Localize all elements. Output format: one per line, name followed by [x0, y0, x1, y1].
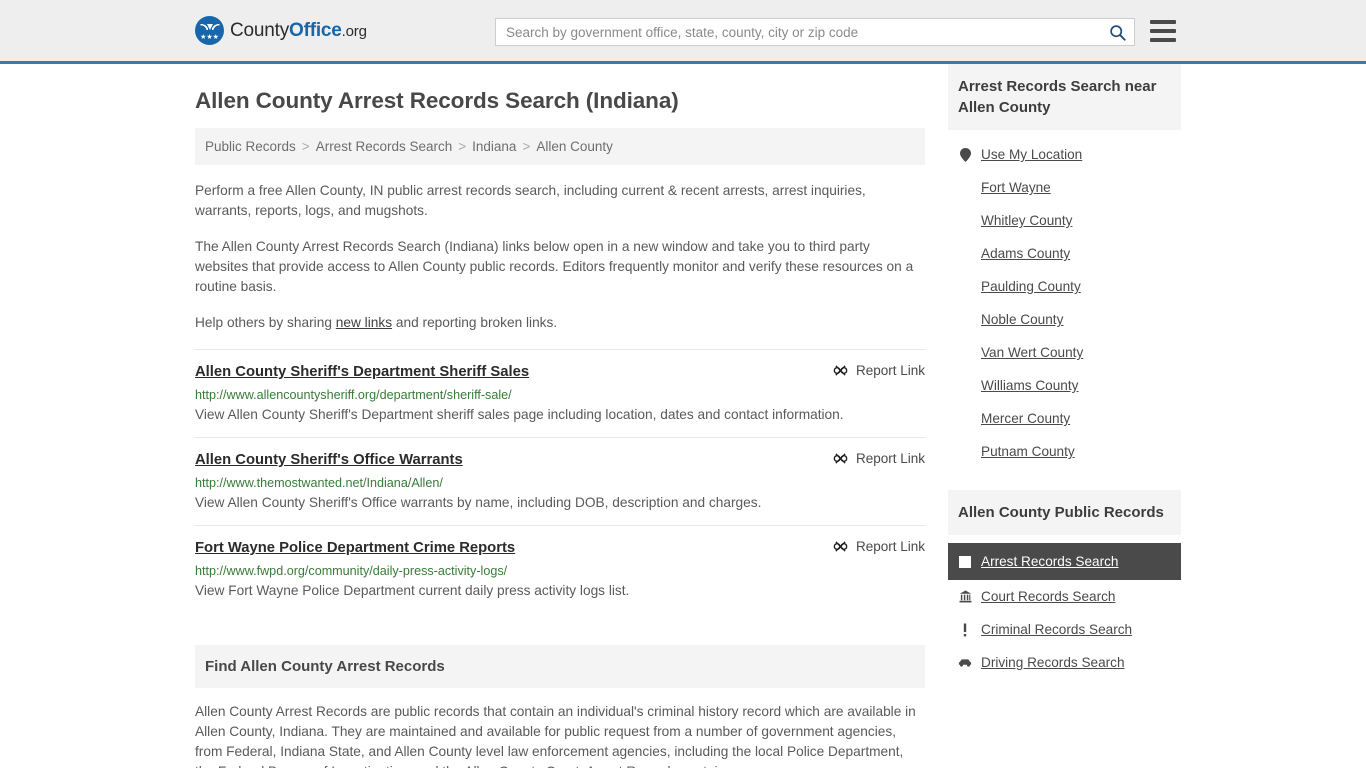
- sidebar-item-use-my-location[interactable]: Use My Location: [948, 138, 1181, 171]
- sidebar-item-label[interactable]: Mercer County: [981, 411, 1070, 426]
- listing-header: Allen County Sheriff's Department Sherif…: [195, 362, 925, 382]
- intro-paragraph-1: Perform a free Allen County, IN public a…: [195, 183, 866, 218]
- find-records-body: Allen County Arrest Records are public r…: [195, 704, 916, 768]
- sidebar-item-driving-records-search[interactable]: Driving Records Search: [948, 646, 1181, 679]
- breadcrumb-item-0[interactable]: Public Records: [205, 139, 296, 154]
- new-links-link[interactable]: new links: [336, 315, 392, 330]
- sidebar-item-label[interactable]: Driving Records Search: [981, 655, 1125, 670]
- report-link-label: Report Link: [855, 451, 925, 466]
- logo-text-org: .org: [341, 22, 367, 40]
- exclamation-icon: [958, 623, 972, 637]
- sidebar-item-label[interactable]: Whitley County: [981, 213, 1072, 228]
- find-records-section: Find Allen County Arrest Records Allen C…: [195, 645, 925, 768]
- site-header: ★★★ CountyOffice.org: [0, 0, 1366, 64]
- listing-url: http://www.allencountysheriff.org/depart…: [195, 388, 512, 402]
- sidebar-item-paulding-county[interactable]: Paulding County: [948, 270, 1181, 303]
- listing-url: http://www.themostwanted.net/Indiana/All…: [195, 476, 443, 490]
- listing-header: Fort Wayne Police Department Crime Repor…: [195, 538, 925, 558]
- help-text-before: Help others by sharing: [195, 315, 336, 330]
- public-records-panel: Allen County Public Records Arrest Recor…: [948, 490, 1181, 679]
- report-link-button[interactable]: Report Link: [833, 538, 925, 554]
- find-records-heading: Find Allen County Arrest Records: [195, 645, 925, 688]
- logo-text: CountyOffice.org: [230, 20, 367, 42]
- listing-item: Fort Wayne Police Department Crime Repor…: [195, 525, 925, 613]
- report-link-button[interactable]: Report Link: [833, 450, 925, 466]
- listing-description: View Allen County Sheriff's Office warra…: [195, 495, 762, 510]
- courthouse-icon: [958, 590, 972, 603]
- car-icon: [958, 658, 972, 668]
- eagle-shield-icon: ★★★: [195, 16, 224, 45]
- sidebar-item-label[interactable]: Use My Location: [981, 147, 1082, 162]
- broken-link-icon: [833, 453, 848, 464]
- sidebar-item-court-records-search[interactable]: Court Records Search: [948, 580, 1181, 613]
- main-content: Allen County Arrest Records Search (Indi…: [195, 64, 925, 768]
- listing-title-link[interactable]: Allen County Sheriff's Office Warrants: [195, 450, 463, 470]
- search-input[interactable]: [496, 19, 1100, 45]
- listing-url: http://www.fwpd.org/community/daily-pres…: [195, 564, 508, 578]
- sidebar-item-adams-county[interactable]: Adams County: [948, 237, 1181, 270]
- search-icon: [1109, 24, 1126, 41]
- logo-text-office: Office: [289, 19, 342, 41]
- search-bar[interactable]: [495, 18, 1135, 46]
- sidebar-item-arrest-records-search[interactable]: Arrest Records Search: [948, 543, 1181, 580]
- nearby-list: Use My Location Fort Wayne Whitley Count…: [948, 130, 1181, 468]
- public-records-heading: Allen County Public Records: [948, 490, 1181, 535]
- sidebar-item-putnam-county[interactable]: Putnam County: [948, 435, 1181, 468]
- sidebar-item-mercer-county[interactable]: Mercer County: [948, 402, 1181, 435]
- help-text-after: and reporting broken links.: [392, 315, 558, 330]
- listing-title-link[interactable]: Allen County Sheriff's Department Sherif…: [195, 362, 529, 382]
- sidebar-item-label[interactable]: Criminal Records Search: [981, 622, 1132, 637]
- sidebar-item-label[interactable]: Paulding County: [981, 279, 1081, 294]
- broken-link-icon: [833, 365, 848, 376]
- sidebar-item-criminal-records-search[interactable]: Criminal Records Search: [948, 613, 1181, 646]
- sidebar-item-label[interactable]: Court Records Search: [981, 589, 1115, 604]
- sidebar-item-williams-county[interactable]: Williams County: [948, 369, 1181, 402]
- listing-description: View Allen County Sheriff's Department s…: [195, 407, 844, 422]
- page-container: Allen County Arrest Records Search (Indi…: [0, 64, 1366, 768]
- sidebar-item-label[interactable]: Adams County: [981, 246, 1070, 261]
- breadcrumb-item-3[interactable]: Allen County: [536, 139, 613, 154]
- sidebar-item-whitley-county[interactable]: Whitley County: [948, 204, 1181, 237]
- sidebar-item-label[interactable]: Putnam County: [981, 444, 1075, 459]
- white-square-icon: [958, 555, 972, 568]
- sidebar-item-fort-wayne[interactable]: Fort Wayne: [948, 171, 1181, 204]
- help-paragraph: Help others by sharing new links and rep…: [195, 313, 925, 333]
- listing-description: View Fort Wayne Police Department curren…: [195, 583, 630, 598]
- breadcrumb-item-1[interactable]: Arrest Records Search: [316, 139, 453, 154]
- sidebar-item-label[interactable]: Noble County: [981, 312, 1063, 327]
- breadcrumb-item-2[interactable]: Indiana: [472, 139, 516, 154]
- sidebar-item-van-wert-county[interactable]: Van Wert County: [948, 336, 1181, 369]
- search-button[interactable]: [1100, 19, 1134, 45]
- site-logo[interactable]: ★★★ CountyOffice.org: [195, 16, 367, 45]
- page-title: Allen County Arrest Records Search (Indi…: [195, 88, 679, 113]
- public-records-list: Arrest Records Search Court Records Sear…: [948, 535, 1181, 679]
- report-link-button[interactable]: Report Link: [833, 362, 925, 378]
- intro-paragraph-2: The Allen County Arrest Records Search (…: [195, 239, 914, 294]
- sidebar-item-label[interactable]: Williams County: [981, 378, 1078, 393]
- sidebar-item-label[interactable]: Fort Wayne: [981, 180, 1051, 195]
- sidebar-item-label[interactable]: Arrest Records Search: [981, 554, 1119, 569]
- broken-link-icon: [833, 541, 848, 552]
- sidebar-item-noble-county[interactable]: Noble County: [948, 303, 1181, 336]
- report-link-label: Report Link: [855, 363, 925, 378]
- listing-item: Allen County Sheriff's Department Sherif…: [195, 349, 925, 437]
- breadcrumb-separator: >: [522, 139, 531, 154]
- report-link-label: Report Link: [855, 539, 925, 554]
- listing-header: Allen County Sheriff's Office Warrants R…: [195, 450, 925, 470]
- logo-text-county: County: [230, 19, 290, 41]
- listing-title-link[interactable]: Fort Wayne Police Department Crime Repor…: [195, 538, 515, 558]
- sidebar: Arrest Records Search near Allen County …: [948, 64, 1181, 768]
- breadcrumb-separator: >: [301, 139, 310, 154]
- nearby-panel-heading: Arrest Records Search near Allen County: [948, 64, 1181, 130]
- listing-item: Allen County Sheriff's Office Warrants R…: [195, 437, 925, 525]
- nearby-panel: Arrest Records Search near Allen County …: [948, 64, 1181, 468]
- breadcrumb: Public Records > Arrest Records Search > Ind…: [195, 128, 925, 165]
- hamburger-menu-icon[interactable]: [1150, 20, 1176, 42]
- breadcrumb-separator: >: [458, 139, 467, 154]
- sidebar-item-label[interactable]: Van Wert County: [981, 345, 1083, 360]
- map-pin-icon: [958, 147, 972, 162]
